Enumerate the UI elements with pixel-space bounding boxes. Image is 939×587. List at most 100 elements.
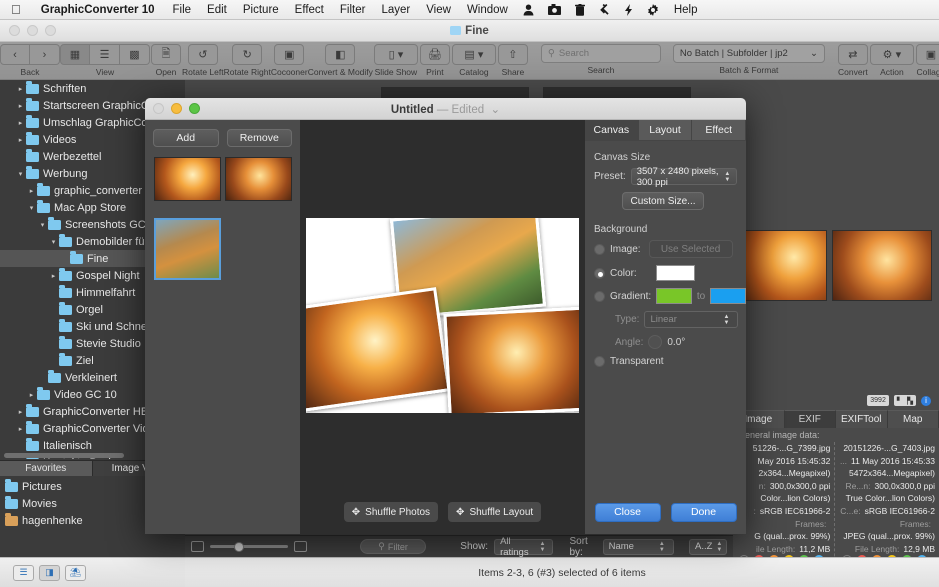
dialog-canvas-pane[interactable] bbox=[300, 120, 585, 534]
action-gear-icon[interactable]: ⚙ ▾ bbox=[870, 44, 914, 65]
rotate-left-icon[interactable]: ↺ bbox=[188, 44, 218, 65]
dialog-thumbnail-selected[interactable] bbox=[154, 218, 221, 280]
toolbar-group-back[interactable]: ‹ › Back bbox=[0, 44, 60, 77]
add-button[interactable]: Add bbox=[153, 129, 219, 147]
search-input[interactable]: ⚲ Search bbox=[541, 44, 661, 63]
preview-icon[interactable]: ⛱ bbox=[65, 565, 86, 581]
preview-thumbnail[interactable] bbox=[832, 230, 932, 301]
toolbar-group-catalog[interactable]: ▤ ▾ Catalog bbox=[451, 44, 497, 77]
menu-item-edit[interactable]: Edit bbox=[199, 0, 235, 20]
collage-icon[interactable]: ▣ bbox=[916, 44, 939, 65]
gradient-to-swatch[interactable] bbox=[710, 288, 746, 304]
toolbar-group-batch[interactable]: No Batch | Subfolder | jp2 ⌄ Batch & For… bbox=[673, 44, 825, 75]
collage-dialog[interactable]: Untitled — Edited ⌄ Add Remove bbox=[145, 98, 746, 534]
dialog-thumbnail[interactable] bbox=[225, 157, 292, 201]
disclosure-triangle-icon[interactable]: ▸ bbox=[26, 391, 37, 399]
inspector-tab-map[interactable]: Map bbox=[888, 410, 939, 428]
gradient-angle-row[interactable]: Angle: 0.0° bbox=[585, 335, 746, 349]
done-button[interactable]: Done bbox=[671, 503, 737, 522]
folder-tree-item[interactable]: ▸Schriften bbox=[0, 80, 185, 97]
chevron-down-icon[interactable]: ⌄ bbox=[487, 104, 500, 116]
menu-item-filter[interactable]: Filter bbox=[332, 0, 374, 20]
slideshow-icon[interactable]: ▯ ▾ bbox=[374, 44, 418, 65]
sort-by-select[interactable]: Name ▲▼ bbox=[603, 539, 674, 555]
grid-view-icon[interactable]: ▦ bbox=[60, 44, 90, 65]
disclosure-triangle-icon[interactable]: ▸ bbox=[48, 272, 59, 280]
menu-app-name[interactable]: GraphicConverter 10 bbox=[31, 0, 165, 20]
toolbar-group-share[interactable]: ⇧ Share bbox=[497, 44, 529, 77]
open-icon[interactable]: 🗎 bbox=[151, 44, 181, 65]
flash-icon[interactable] bbox=[618, 4, 640, 16]
cocooner-icon[interactable]: ▣ bbox=[274, 44, 304, 65]
crop-icon[interactable] bbox=[592, 4, 618, 16]
inspector-tab-exif[interactable]: EXIF bbox=[785, 410, 837, 428]
background-color-radio[interactable] bbox=[594, 268, 605, 279]
size-chip[interactable]: 3992 bbox=[867, 395, 889, 406]
thumbnail-zoom-control[interactable] bbox=[191, 541, 307, 552]
collage-canvas[interactable] bbox=[306, 218, 579, 413]
shuffle-photos-button[interactable]: ✥ Shuffle Photos bbox=[344, 502, 438, 522]
sort-direction-select[interactable]: A..Z ▲▼ bbox=[689, 539, 727, 555]
convert-modify-icon[interactable]: ◧ bbox=[325, 44, 355, 65]
browser-bottom-bar[interactable]: ⚲ Filter Show: All ratings ▲▼ Sort by: N… bbox=[185, 535, 733, 557]
menu-item-layer[interactable]: Layer bbox=[373, 0, 418, 20]
show-ratings-select[interactable]: All ratings ▲▼ bbox=[494, 539, 553, 555]
remove-button[interactable]: Remove bbox=[227, 129, 293, 147]
sidebar-tab-1[interactable]: Favorites bbox=[0, 461, 93, 476]
gear-icon[interactable] bbox=[640, 4, 666, 16]
thumbnail-size-slider[interactable] bbox=[210, 545, 288, 548]
background-image-radio[interactable] bbox=[594, 244, 605, 255]
dialog-thumbnail[interactable] bbox=[154, 157, 221, 201]
chevron-left-icon[interactable]: ‹ bbox=[0, 44, 30, 65]
apple-menu-icon[interactable]:  bbox=[0, 0, 31, 20]
toolbar-group-rotate-left[interactable]: ↺ Rotate Left bbox=[182, 44, 224, 77]
toolbar-group-rotate-right[interactable]: ↻ Rotate Right bbox=[224, 44, 271, 77]
menu-item-file[interactable]: File bbox=[165, 0, 200, 20]
background-gradient-radio[interactable] bbox=[594, 291, 605, 302]
convert-icon[interactable]: ⇄ bbox=[838, 44, 868, 65]
dialog-tab-canvas[interactable]: Canvas bbox=[585, 120, 639, 141]
disclosure-triangle-icon[interactable]: ▾ bbox=[15, 170, 26, 178]
dialog-photo-list-pane[interactable]: Add Remove bbox=[145, 120, 300, 534]
list-icon[interactable]: ☰ bbox=[13, 565, 34, 581]
dialog-action-bar[interactable]: Close Done bbox=[585, 490, 746, 534]
toolbar-group-cocooner[interactable]: ▣ Cocooner bbox=[271, 44, 308, 77]
dialog-inspector-pane[interactable]: CanvasLayoutEffect Canvas Size Preset: 3… bbox=[585, 120, 746, 534]
background-transparent-row[interactable]: Transparent bbox=[585, 356, 746, 367]
rotate-right-icon[interactable]: ↻ bbox=[232, 44, 262, 65]
background-image-row[interactable]: Image: Use Selected bbox=[585, 240, 746, 258]
menu-item-view[interactable]: View bbox=[418, 0, 459, 20]
dialog-tab-layout[interactable]: Layout bbox=[639, 120, 693, 141]
preset-row[interactable]: Preset: 3507 x 2480 pixels, 300 ppi ▲▼ bbox=[585, 168, 746, 185]
toolbar-group-view[interactable]: ▦ ☰ ▩ View bbox=[60, 44, 150, 77]
trash-icon[interactable] bbox=[568, 4, 592, 16]
sidebar-bottom-bar[interactable]: ☰ ◨ ⛱ bbox=[0, 557, 185, 587]
info-icon[interactable]: i bbox=[921, 396, 931, 406]
camera-icon[interactable] bbox=[541, 4, 568, 15]
background-gradient-row[interactable]: Gradient: to bbox=[585, 288, 746, 304]
filter-input[interactable]: ⚲ Filter bbox=[360, 539, 426, 554]
person-icon[interactable] bbox=[516, 4, 541, 16]
large-thumbnail-icon[interactable] bbox=[294, 541, 307, 552]
gradient-type-select[interactable]: Linear ▲▼ bbox=[644, 311, 738, 328]
disclosure-triangle-icon[interactable]: ▸ bbox=[15, 85, 26, 93]
toolbar-group-slideshow[interactable]: ▯ ▾ Slide Show bbox=[373, 44, 419, 77]
inspector-icon-row[interactable]: 3992 ▘▕▚ i bbox=[733, 393, 939, 408]
disclosure-triangle-icon[interactable]: ▾ bbox=[26, 204, 37, 212]
toolbar-group-action[interactable]: ⚙ ▾ Action bbox=[869, 44, 915, 77]
shuffle-layout-button[interactable]: ✥ Shuffle Layout bbox=[448, 502, 541, 522]
dialog-tab-effect[interactable]: Effect bbox=[692, 120, 746, 141]
custom-size-row[interactable]: Custom Size... bbox=[585, 192, 746, 210]
disclosure-triangle-icon[interactable]: ▸ bbox=[26, 187, 37, 195]
menu-item-picture[interactable]: Picture bbox=[235, 0, 287, 20]
custom-size-button[interactable]: Custom Size... bbox=[622, 192, 704, 210]
angle-dial-icon[interactable] bbox=[648, 335, 662, 349]
disclosure-triangle-icon[interactable]: ▾ bbox=[48, 238, 59, 246]
canvas-preset-select[interactable]: 3507 x 2480 pixels, 300 ppi ▲▼ bbox=[631, 168, 737, 185]
small-thumbnail-icon[interactable] bbox=[191, 541, 204, 552]
disclosure-triangle-icon[interactable]: ▸ bbox=[15, 408, 26, 416]
preview-thumbnail[interactable] bbox=[741, 230, 827, 301]
inspector-tabs[interactable]: ImageEXIFEXIFToolMap bbox=[733, 410, 939, 428]
close-button[interactable]: Close bbox=[595, 503, 661, 522]
menu-item-effect[interactable]: Effect bbox=[287, 0, 332, 20]
